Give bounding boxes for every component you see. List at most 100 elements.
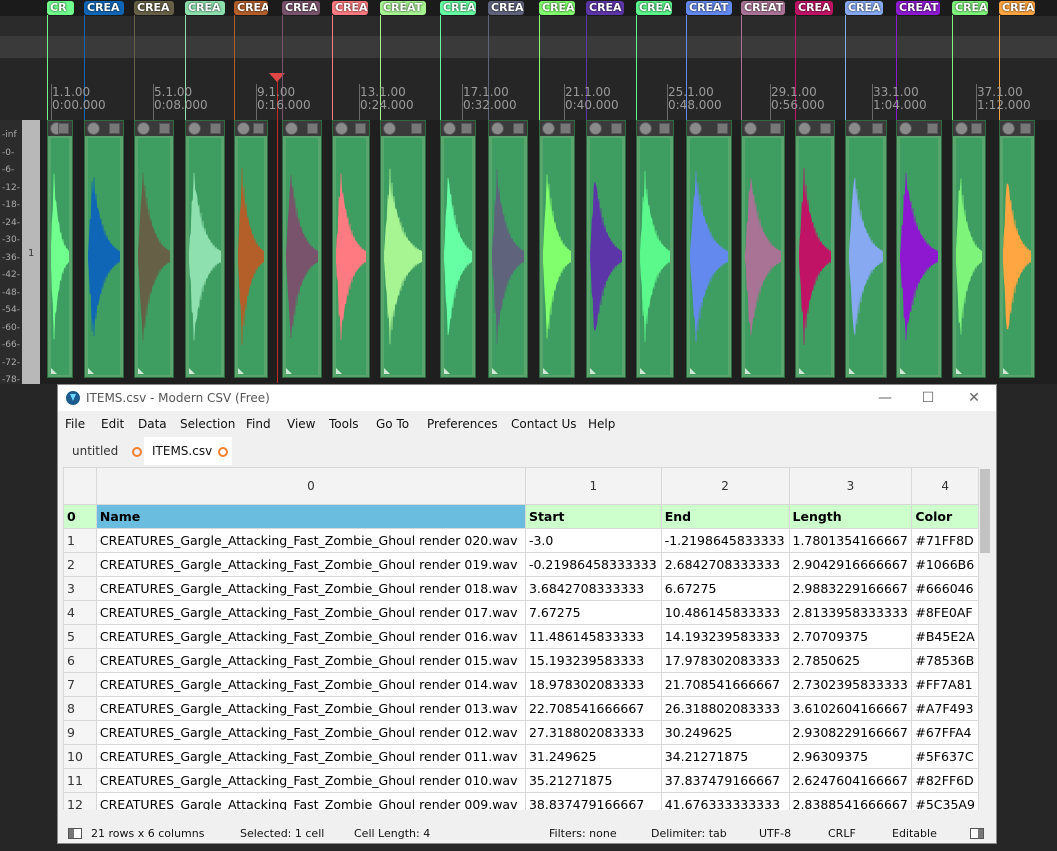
column-header[interactable]: 0	[95, 467, 526, 505]
item-fade-handle-icon[interactable]	[492, 368, 498, 374]
item-lock-icon[interactable]	[560, 123, 571, 134]
item-lock-icon[interactable]	[411, 123, 422, 134]
column-header[interactable]: 2	[660, 467, 790, 505]
media-item[interactable]	[686, 120, 732, 378]
grid-cell[interactable]: 37.837479166667	[660, 768, 790, 793]
grid-corner[interactable]	[63, 467, 97, 505]
grid-cell[interactable]: 2.96309375	[788, 744, 913, 769]
item-lock-icon[interactable]	[1020, 123, 1031, 134]
horizontal-scrollbar[interactable]	[63, 810, 979, 820]
item-lock-icon[interactable]	[58, 123, 69, 134]
menu-item-view[interactable]: View	[287, 417, 315, 431]
grid-cell[interactable]: 38.837479166667	[524, 792, 662, 810]
grid-cell[interactable]: 2.7850625	[788, 648, 913, 673]
menu-item-contact-us[interactable]: Contact Us	[511, 417, 577, 431]
item-volume-knob-icon[interactable]	[899, 122, 912, 135]
grid-cell[interactable]: CREATURES_Gargle_Attacking_Fast_Zombie_G…	[95, 600, 526, 625]
row-number[interactable]: 9	[63, 720, 97, 745]
item-lock-icon[interactable]	[770, 123, 781, 134]
item-fade-handle-icon[interactable]	[956, 368, 962, 374]
grid-cell[interactable]: 35.21271875	[524, 768, 662, 793]
media-item[interactable]	[586, 120, 626, 378]
region-marker[interactable]: CR	[47, 1, 74, 15]
item-fade-handle-icon[interactable]	[189, 368, 195, 374]
item-lock-icon[interactable]	[820, 123, 831, 134]
item-fade-handle-icon[interactable]	[745, 368, 751, 374]
item-lock-icon[interactable]	[927, 123, 938, 134]
row-number[interactable]: 12	[63, 792, 97, 810]
item-lock-icon[interactable]	[109, 123, 120, 134]
media-item[interactable]	[636, 120, 674, 378]
media-item[interactable]	[440, 120, 476, 378]
maximize-button[interactable]: ☐	[913, 387, 943, 409]
item-volume-knob-icon[interactable]	[188, 122, 201, 135]
grid-cell[interactable]: -0.21986458333333	[524, 552, 662, 577]
menu-item-data[interactable]: Data	[138, 417, 167, 431]
item-volume-knob-icon[interactable]	[689, 122, 702, 135]
item-lock-icon[interactable]	[307, 123, 318, 134]
media-item[interactable]	[47, 120, 73, 378]
grid-cell[interactable]: #FF7A81	[911, 672, 979, 697]
column-header[interactable]: 3	[788, 467, 913, 505]
grid-cell[interactable]: #5F637C	[911, 744, 979, 769]
grid-cell[interactable]: #A7F493	[911, 696, 979, 721]
menu-item-help[interactable]: Help	[588, 417, 615, 431]
media-item[interactable]	[795, 120, 835, 378]
grid-cell[interactable]: 30.249625	[660, 720, 790, 745]
header-cell[interactable]: Start	[524, 504, 662, 529]
region-marker[interactable]: CREA	[282, 1, 320, 15]
grid-cell[interactable]: 15.193239583333	[524, 648, 662, 673]
region-marker[interactable]: CREAT	[896, 1, 940, 15]
item-lock-icon[interactable]	[971, 123, 982, 134]
region-marker[interactable]: CREA	[134, 1, 174, 15]
tab-untitled[interactable]: untitled	[64, 437, 144, 465]
media-item[interactable]	[282, 120, 322, 378]
item-fade-handle-icon[interactable]	[590, 368, 596, 374]
grid-cell[interactable]: 10.486145833333	[660, 600, 790, 625]
region-marker[interactable]: CREA	[845, 1, 883, 15]
status-line-ending[interactable]: CRLF	[828, 827, 856, 840]
data-grid[interactable]: 0 1 2 3 4 0 Name Start End Length Color 1 CREAT…	[63, 467, 979, 810]
grid-cell[interactable]: -1.2198645833333	[660, 528, 790, 553]
grid-cell[interactable]: CREATURES_Gargle_Attacking_Fast_Zombie_G…	[95, 528, 526, 553]
row-number[interactable]: 0	[63, 504, 97, 529]
item-lock-icon[interactable]	[253, 123, 264, 134]
item-lock-icon[interactable]	[513, 123, 524, 134]
item-volume-knob-icon[interactable]	[335, 122, 348, 135]
region-marker[interactable]: CREA	[440, 1, 476, 15]
grid-cell[interactable]: CREATURES_Gargle_Attacking_Fast_Zombie_G…	[95, 696, 526, 721]
media-item[interactable]	[380, 120, 426, 378]
grid-cell[interactable]: 31.249625	[524, 744, 662, 769]
row-number[interactable]: 8	[63, 696, 97, 721]
item-lock-icon[interactable]	[717, 123, 728, 134]
item-lock-icon[interactable]	[611, 123, 622, 134]
item-volume-knob-icon[interactable]	[443, 122, 456, 135]
item-volume-knob-icon[interactable]	[639, 122, 652, 135]
status-encoding[interactable]: UTF-8	[759, 827, 791, 840]
grid-cell[interactable]: CREATURES_Gargle_Attacking_Fast_Zombie_G…	[95, 552, 526, 577]
header-cell[interactable]: End	[660, 504, 790, 529]
grid-cell[interactable]: 2.8133958333333	[788, 600, 913, 625]
menu-item-find[interactable]: Find	[246, 417, 271, 431]
grid-cell[interactable]: 26.318802083333	[660, 696, 790, 721]
panel-toggle-icon[interactable]	[970, 828, 984, 839]
item-lock-icon[interactable]	[461, 123, 472, 134]
grid-cell[interactable]: 11.486145833333	[524, 624, 662, 649]
grid-cell[interactable]: 2.9042916666667	[788, 552, 913, 577]
media-item[interactable]	[845, 120, 887, 378]
media-item[interactable]	[185, 120, 225, 378]
region-marker[interactable]: CREA	[636, 1, 672, 15]
row-number[interactable]: 10	[63, 744, 97, 769]
item-lock-icon[interactable]	[872, 123, 883, 134]
grid-cell[interactable]: CREATURES_Gargle_Attacking_Fast_Zombie_G…	[95, 624, 526, 649]
grid-cell[interactable]: 18.978302083333	[524, 672, 662, 697]
item-fade-handle-icon[interactable]	[690, 368, 696, 374]
tab-items-csv[interactable]: ITEMS.csv	[144, 437, 232, 465]
grid-cell[interactable]: -3.0	[524, 528, 662, 553]
media-item[interactable]	[488, 120, 528, 378]
playhead-line[interactable]	[277, 73, 278, 383]
grid-cell[interactable]: #8FE0AF	[911, 600, 979, 625]
item-volume-knob-icon[interactable]	[744, 122, 757, 135]
row-number[interactable]: 6	[63, 648, 97, 673]
grid-cell[interactable]: 27.318802083333	[524, 720, 662, 745]
